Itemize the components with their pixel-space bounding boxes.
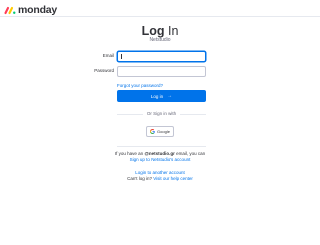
title-bold: Log <box>141 24 165 38</box>
google-label: Google <box>157 129 170 134</box>
logo-text: monday <box>18 4 58 16</box>
help-center-link[interactable]: Visit our help center <box>153 176 193 181</box>
title-rest: In <box>164 24 179 38</box>
email-row: Email <box>0 51 320 62</box>
password-label: Password <box>94 68 114 73</box>
forgot-password-link[interactable]: Forgot your password? <box>117 83 163 88</box>
page-title: Log In <box>0 24 320 38</box>
google-icon <box>150 129 155 134</box>
section-divider <box>117 146 206 147</box>
help-prefix: Can't log in? <box>127 176 154 181</box>
another-account-link[interactable]: Login to another account <box>135 170 185 175</box>
password-field[interactable] <box>117 66 206 77</box>
or-line-right <box>180 114 206 115</box>
domain-suffix: email, you can <box>174 151 206 156</box>
domain-name: @netstudio.gr <box>144 151 175 156</box>
login-page: monday Log In Netstudio Email Password F… <box>0 0 320 245</box>
login-button-label: Log in <box>150 93 164 99</box>
or-separator: Or Sign in with <box>117 111 206 117</box>
email-label: Email <box>102 53 114 58</box>
login-button[interactable]: Log in → <box>117 90 206 102</box>
monday-logo[interactable]: monday <box>4 4 57 16</box>
arrow-right-icon: → <box>167 92 173 99</box>
signup-row: Sign up to Netstudio's account <box>0 157 320 163</box>
google-signin-button[interactable]: Google <box>146 126 174 137</box>
email-field[interactable] <box>117 51 206 62</box>
account-name: Netstudio <box>149 37 171 43</box>
password-row: Password <box>0 66 320 77</box>
monday-logo-icon <box>4 6 16 15</box>
help-row: Can't log in? Visit our help center <box>0 176 320 182</box>
text-caret <box>121 54 122 59</box>
domain-prefix: If you have an <box>114 151 145 156</box>
signup-link[interactable]: Sign up to Netstudio's account <box>130 157 191 162</box>
header-divider <box>0 16 320 17</box>
